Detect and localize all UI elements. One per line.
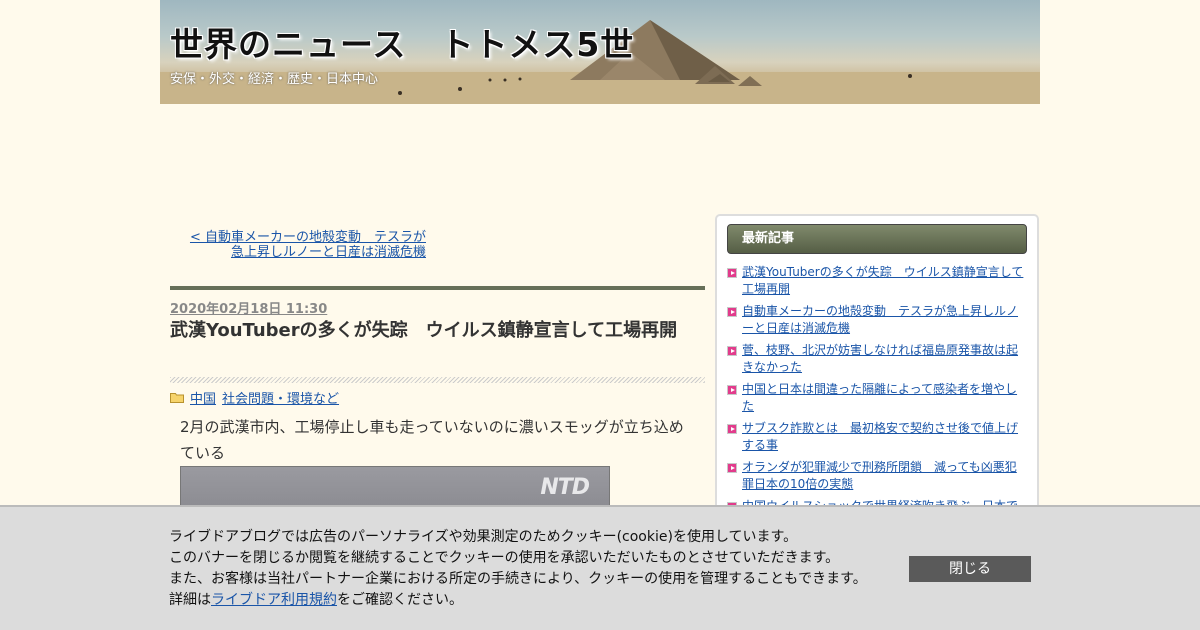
list-item: サブスク詐欺とは 最初格安で契約させ後で値上げする事 <box>727 420 1027 454</box>
close-cookie-banner-button[interactable]: 閉じる <box>909 556 1031 582</box>
recent-article-link[interactable]: 菅、枝野、北沢が妨害しなければ福島原発事故は起きなかった <box>742 342 1027 376</box>
cookie-line: また、お客様は当社パートナー企業における所定の手続きにより、クッキーの使用を管理… <box>169 571 867 587</box>
list-item: 菅、枝野、北沢が妨害しなければ福島原発事故は起きなかった <box>727 342 1027 376</box>
sidebar-recent-articles: 最新記事 武漢YouTuberの多くが失踪 ウイルス鎮静宣言して工場再開 自動車… <box>715 214 1039 534</box>
site-header: 世界のニュース トトメス5世 安保・外交・経済・歴史・日本中心 <box>160 0 1040 104</box>
category-link-china[interactable]: 中国 <box>190 388 216 407</box>
ntd-logo: NTD <box>540 475 590 500</box>
list-item: 武漢YouTuberの多くが失踪 ウイルス鎮静宣言して工場再開 <box>727 264 1027 298</box>
article-categories: 中国 社会問題・環境など <box>170 388 339 407</box>
site-title[interactable]: 世界のニュース トトメス5世 <box>170 18 634 66</box>
terms-of-use-link[interactable]: ライブドア利用規約 <box>211 592 337 608</box>
bullet-arrow-icon <box>727 346 737 356</box>
article-divider <box>170 286 705 290</box>
recent-article-link[interactable]: サブスク詐欺とは 最初格安で契約させ後で値上げする事 <box>742 420 1027 454</box>
cookie-details-suffix: をご確認ください。 <box>337 592 463 608</box>
bullet-arrow-icon <box>727 385 737 395</box>
folder-icon <box>170 392 184 403</box>
article-body-text: 2月の武漢市内、工場停止し車も走っていないのに濃いスモッグが立ち込めている <box>180 418 684 462</box>
article-date[interactable]: 2020年02月18日 11:30 <box>170 298 327 317</box>
sidebar-heading: 最新記事 <box>727 224 1027 254</box>
list-item: オランダが犯罪減少で刑務所閉鎖 減っても凶悪犯罪日本の10倍の実態 <box>727 459 1027 493</box>
recent-article-link[interactable]: オランダが犯罪減少で刑務所閉鎖 減っても凶悪犯罪日本の10倍の実態 <box>742 459 1027 493</box>
recent-articles-list: 武漢YouTuberの多くが失踪 ウイルス鎮静宣言して工場再開 自動車メーカーの… <box>727 264 1027 520</box>
bullet-arrow-icon <box>727 307 737 317</box>
bullet-arrow-icon <box>727 268 737 278</box>
bullet-arrow-icon <box>727 424 737 434</box>
list-item: 中国と日本は間違った隔離によって感染者を増やした <box>727 381 1027 415</box>
article-title: 武漢YouTuberの多くが失踪 ウイルス鎮静宣言して工場再開 <box>170 320 678 341</box>
recent-article-link[interactable]: 武漢YouTuberの多くが失踪 ウイルス鎮静宣言して工場再開 <box>742 264 1027 298</box>
cookie-line: ライブドアブログでは広告のパーソナライズや効果測定のためクッキー(cookie)… <box>169 529 798 545</box>
previous-article-link[interactable]: < 自動車メーカーの地殻変動 テスラが急上昇しルノーと日産は消滅危機 <box>186 230 426 260</box>
cookie-line: 詳細はライブドア利用規約をご確認ください。 <box>169 590 867 611</box>
cookie-line: このバナーを閉じるか閲覧を継続することでクッキーの使用を承認いただいたものとさせ… <box>169 550 840 566</box>
category-link-society[interactable]: 社会問題・環境など <box>222 388 339 407</box>
recent-article-link[interactable]: 中国と日本は間違った隔離によって感染者を増やした <box>742 381 1027 415</box>
bullet-arrow-icon <box>727 463 737 473</box>
cookie-details-prefix: 詳細は <box>169 592 211 608</box>
recent-article-link[interactable]: 自動車メーカーの地殻変動 テスラが急上昇しルノーと日産は消滅危機 <box>742 303 1027 337</box>
title-dotted-divider <box>170 377 705 383</box>
site-description: 安保・外交・経済・歴史・日本中心 <box>170 72 379 87</box>
cookie-notice-text: ライブドアブログでは広告のパーソナライズや効果測定のためクッキー(cookie)… <box>169 527 867 611</box>
list-item: 自動車メーカーの地殻変動 テスラが急上昇しルノーと日産は消滅危機 <box>727 303 1027 337</box>
cookie-consent-banner: ライブドアブログでは広告のパーソナライズや効果測定のためクッキー(cookie)… <box>0 505 1200 630</box>
